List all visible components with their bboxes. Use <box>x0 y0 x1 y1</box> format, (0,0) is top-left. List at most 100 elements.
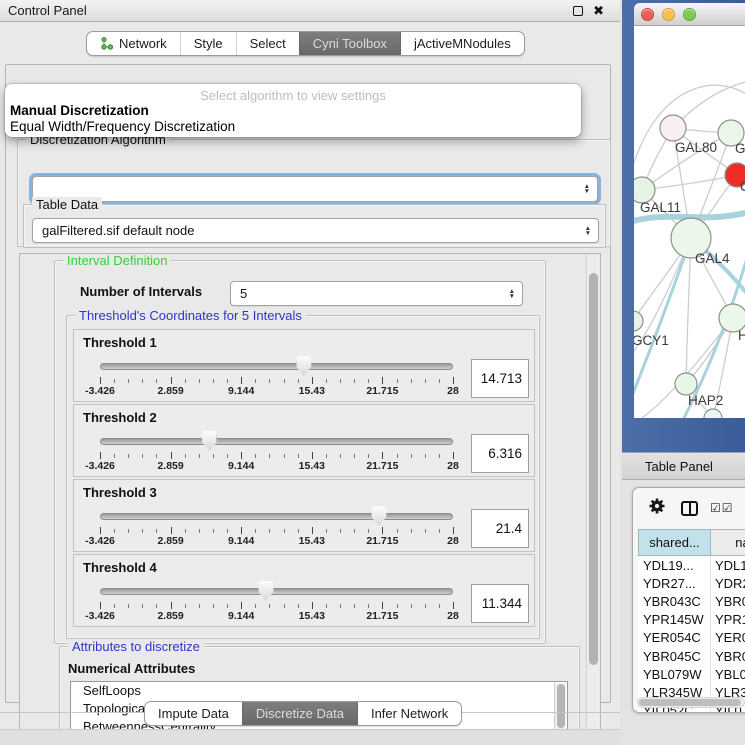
tab-jactivemnodules[interactable]: jActiveMNodules <box>400 32 524 55</box>
slider-tick <box>284 529 285 533</box>
cyni-mode-tabs: Impute Data Discretize Data Infer Networ… <box>144 701 462 726</box>
option-equal-width-frequency[interactable]: Equal Width/Frequency Discretization <box>10 119 235 134</box>
slider-tick <box>199 529 200 533</box>
threshold-value-field[interactable]: 14.713 <box>471 359 529 398</box>
slider-thumb[interactable] <box>371 506 386 526</box>
table-row[interactable]: YBR045C YBR0 <box>638 647 745 665</box>
tab-select-label: Select <box>250 36 286 51</box>
attribute-list-item[interactable]: SelfLoops <box>71 682 567 700</box>
close-traffic-light[interactable] <box>641 8 654 21</box>
slider-tick <box>368 604 369 608</box>
tab-select[interactable]: Select <box>236 32 299 55</box>
settings-panel-scrollbar[interactable] <box>586 255 599 730</box>
threshold-value-field[interactable]: 11.344 <box>471 584 529 623</box>
cell-name[interactable]: YBR0 <box>711 592 745 610</box>
network-node[interactable] <box>660 115 686 141</box>
status-strip <box>0 729 620 745</box>
cell-shared-name[interactable]: YDR27... <box>638 574 711 592</box>
threshold-slider[interactable]: -3.4262.8599.14415.4321.71528 <box>100 330 453 403</box>
cell-shared-name[interactable]: YER054C <box>638 629 711 647</box>
table-row[interactable]: YER054C YER0 <box>638 629 745 647</box>
tab-infer-network[interactable]: Infer Network <box>357 702 461 725</box>
slider-scale-labels: -3.4262.8599.14415.4321.71528 <box>100 610 453 623</box>
cell-name[interactable]: YDL1 <box>711 556 745 574</box>
threshold-slider[interactable]: -3.4262.8599.14415.4321.71528 <box>100 480 453 553</box>
cell-shared-name[interactable]: YBL079W <box>638 665 711 683</box>
slider-tick <box>354 604 355 608</box>
combo-arrows-icon: ▲▼ <box>584 184 590 194</box>
threshold-row: Threshold 2 -3.4262.8599.14415.4321.7152… <box>73 404 535 477</box>
column-header-name[interactable]: na <box>711 529 745 556</box>
slider-scale-labels: -3.4262.8599.14415.4321.71528 <box>100 460 453 473</box>
number-of-intervals-combobox[interactable]: 5 ▲▼ <box>230 281 523 306</box>
table-row[interactable]: YPR145W YPR1 <box>638 611 745 629</box>
cell-name[interactable]: YBL0 <box>711 665 745 683</box>
threshold-row: Threshold 3 -3.4262.8599.14415.4321.7152… <box>73 479 535 552</box>
threshold-slider[interactable]: -3.4262.8599.14415.4321.71528 <box>100 555 453 628</box>
cell-shared-name[interactable]: YPR145W <box>638 611 711 629</box>
control-panel-titlebar: Control Panel ✖ <box>0 0 620 22</box>
float-window-icon[interactable] <box>573 6 583 16</box>
slider-ticks <box>100 527 453 535</box>
cell-name[interactable]: YER0 <box>711 629 745 647</box>
minimize-traffic-light[interactable] <box>662 8 675 21</box>
table-row[interactable]: YBL079W YBL0 <box>638 665 745 683</box>
slider-tick <box>382 602 383 609</box>
slider-track[interactable] <box>100 438 453 445</box>
slider-thumb[interactable] <box>258 581 273 601</box>
table-data-combobox[interactable]: galFiltered.sif default node ▲▼ <box>32 218 599 243</box>
cyni-toolbox-panel: Discretization Algorithm ▲▼ Table Data g… <box>5 64 611 703</box>
slider-scale-label: 15.43 <box>299 460 325 472</box>
slider-tick <box>171 602 172 609</box>
slider-track[interactable] <box>100 588 453 595</box>
slider-tick <box>269 529 270 533</box>
table-row[interactable]: YDR27... YDR2 <box>638 574 745 592</box>
cell-shared-name[interactable]: YBR045C <box>638 647 711 665</box>
cell-name[interactable]: YBR0 <box>711 647 745 665</box>
network-node[interactable] <box>634 311 643 331</box>
tab-discretize-data[interactable]: Discretize Data <box>242 702 357 725</box>
network-node[interactable] <box>675 373 697 395</box>
select-columns-icon[interactable]: ☑☑ <box>710 501 734 515</box>
slider-tick <box>185 454 186 458</box>
attributes-list-scrollbar[interactable] <box>554 683 566 732</box>
slider-track[interactable] <box>100 363 453 370</box>
threshold-value-field[interactable]: 6.316 <box>471 434 529 473</box>
slider-scale-label: 28 <box>447 385 459 397</box>
cell-name[interactable]: YPR1 <box>711 611 745 629</box>
slider-track[interactable] <box>100 513 453 520</box>
slider-tick <box>326 604 327 608</box>
node-table-card: ☑☑ shared... na YDL19... YDL1 YDR27... Y… <box>632 487 745 713</box>
slider-thumb[interactable] <box>202 431 217 451</box>
zoom-traffic-light[interactable] <box>683 8 696 21</box>
threshold-slider[interactable]: -3.4262.8599.14415.4321.71528 <box>100 405 453 478</box>
cell-name[interactable]: YDR2 <box>711 574 745 592</box>
option-manual-discretization[interactable]: Manual Discretization <box>10 103 149 118</box>
slider-tick <box>171 377 172 384</box>
slider-scale-label: 9.144 <box>228 385 254 397</box>
column-header-shared-name[interactable]: shared... <box>638 529 711 556</box>
network-canvas[interactable]: GAL80GCGAL11GAL4GCY1HHAP2 <box>634 26 745 418</box>
algorithm-combobox[interactable]: ▲▼ <box>32 176 598 202</box>
split-columns-icon[interactable] <box>681 501 698 516</box>
table-row[interactable]: YDL19... YDL1 <box>638 556 745 574</box>
close-icon[interactable]: ✖ <box>593 6 604 16</box>
tab-impute-data[interactable]: Impute Data <box>145 702 242 725</box>
tab-network[interactable]: Network <box>87 32 180 55</box>
table-toolbar: ☑☑ <box>633 488 745 528</box>
slider-tick <box>298 379 299 383</box>
table-data-value: galFiltered.sif default node <box>42 223 194 238</box>
tab-style[interactable]: Style <box>180 32 236 55</box>
slider-tick <box>425 454 426 458</box>
network-node-label: H <box>738 328 745 343</box>
gear-icon[interactable] <box>648 497 666 520</box>
table-row[interactable]: YBR043C YBR0 <box>638 592 745 610</box>
threshold-value-field[interactable]: 21.4 <box>471 509 529 548</box>
slider-thumb[interactable] <box>296 356 311 376</box>
cell-shared-name[interactable]: YBR043C <box>638 592 711 610</box>
table-horizontal-scrollbar[interactable] <box>637 697 745 708</box>
tab-cyni-toolbox[interactable]: Cyni Toolbox <box>299 32 400 55</box>
network-node-label: HAP2 <box>688 393 723 408</box>
cell-shared-name[interactable]: YDL19... <box>638 556 711 574</box>
slider-tick <box>171 452 172 459</box>
